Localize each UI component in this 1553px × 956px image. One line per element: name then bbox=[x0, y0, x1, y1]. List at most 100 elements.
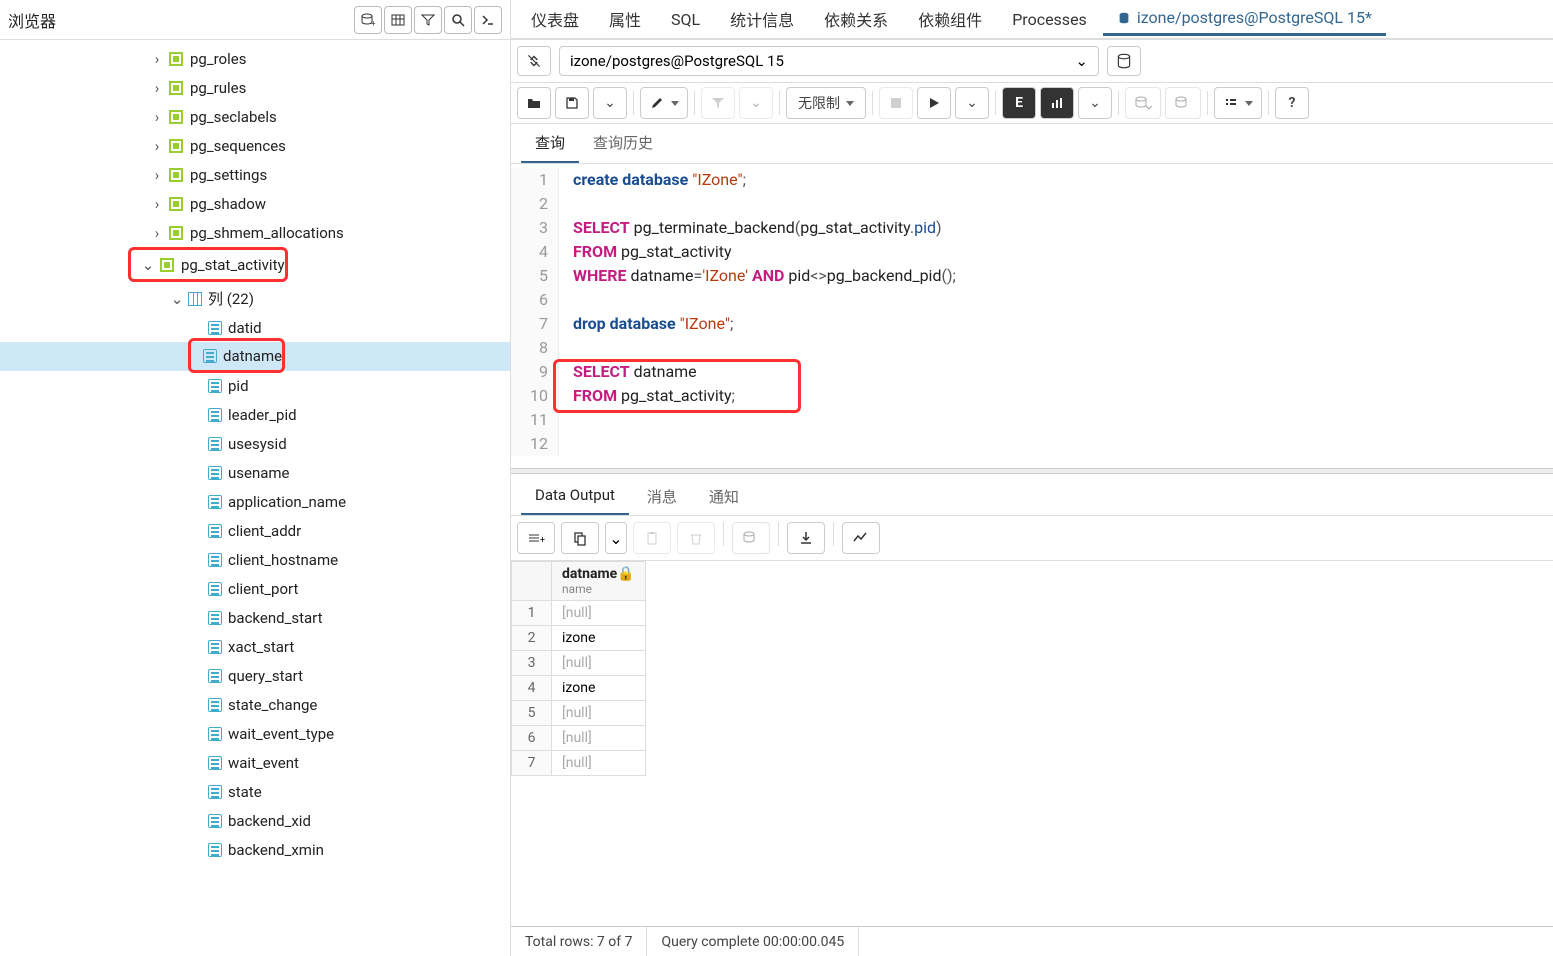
add-row-button[interactable]: + bbox=[517, 522, 555, 554]
tree-label: backend_xmin bbox=[228, 841, 324, 859]
filter-dropdown[interactable]: ⌄ bbox=[739, 87, 773, 119]
column-icon bbox=[208, 640, 222, 654]
tab-SQL[interactable]: SQL bbox=[657, 4, 714, 35]
download-button[interactable] bbox=[787, 522, 825, 554]
tab-messages[interactable]: 消息 bbox=[633, 478, 691, 515]
table-row[interactable]: 4izone bbox=[512, 676, 646, 701]
tree-column-query_start[interactable]: query_start bbox=[0, 661, 510, 690]
commit-button[interactable] bbox=[1125, 87, 1161, 119]
tree-column-usename[interactable]: usename bbox=[0, 458, 510, 487]
copy-button[interactable] bbox=[561, 522, 599, 554]
table-row[interactable]: 2izone bbox=[512, 626, 646, 651]
code-line-12[interactable] bbox=[573, 432, 956, 456]
tree-column-client_port[interactable]: client_port bbox=[0, 574, 510, 603]
tree-view-pg_sequences[interactable]: ›pg_sequences bbox=[0, 131, 510, 160]
tree-column-client_addr[interactable]: client_addr bbox=[0, 516, 510, 545]
terminal-icon[interactable] bbox=[474, 6, 502, 34]
tab-统计信息[interactable]: 统计信息 bbox=[716, 1, 808, 37]
tree-column-wait_event_type[interactable]: wait_event_type bbox=[0, 719, 510, 748]
code-line-6[interactable] bbox=[573, 288, 956, 312]
copy-dropdown[interactable]: ⌄ bbox=[605, 522, 627, 554]
tab-data-output[interactable]: Data Output bbox=[521, 478, 629, 515]
tree-view-pg_settings[interactable]: ›pg_settings bbox=[0, 160, 510, 189]
tree-view-pg_rules[interactable]: ›pg_rules bbox=[0, 73, 510, 102]
explain-button[interactable]: E bbox=[1002, 87, 1036, 119]
tree-view-pg_shadow[interactable]: ›pg_shadow bbox=[0, 189, 510, 218]
edit-button[interactable] bbox=[640, 87, 688, 119]
tree-column-backend_xid[interactable]: backend_xid bbox=[0, 806, 510, 835]
result-grid[interactable]: datname🔒 name 1[null]2izone3[null]4izone… bbox=[511, 561, 1553, 926]
code-line-8[interactable] bbox=[573, 336, 956, 360]
open-file-button[interactable] bbox=[517, 87, 551, 119]
tree-view-pg_seclabels[interactable]: ›pg_seclabels bbox=[0, 102, 510, 131]
chevron-icon: › bbox=[150, 52, 164, 66]
tree-column-client_hostname[interactable]: client_hostname bbox=[0, 545, 510, 574]
column-header[interactable]: datname🔒 name bbox=[552, 562, 646, 601]
run-button[interactable] bbox=[917, 87, 951, 119]
chart-button[interactable] bbox=[842, 522, 880, 554]
code-line-4[interactable]: FROM pg_stat_activity bbox=[573, 240, 956, 264]
tab-依赖关系[interactable]: 依赖关系 bbox=[810, 1, 902, 37]
table-row[interactable]: 5[null] bbox=[512, 701, 646, 726]
filter-button[interactable] bbox=[701, 87, 735, 119]
save-button[interactable] bbox=[555, 87, 589, 119]
table-row[interactable]: 1[null] bbox=[512, 601, 646, 626]
help-button[interactable]: ? bbox=[1275, 87, 1309, 119]
connection-select[interactable]: izone/postgres@PostgreSQL 15 ⌄ bbox=[559, 46, 1099, 76]
limit-select[interactable]: 无限制 bbox=[786, 87, 866, 119]
tab-active-query[interactable]: izone/postgres@PostgreSQL 15* bbox=[1103, 2, 1386, 36]
stop-button[interactable] bbox=[879, 87, 913, 119]
sql-editor[interactable]: 123456789101112 create database "IZone";… bbox=[511, 164, 1553, 468]
table-icon[interactable] bbox=[384, 6, 412, 34]
tree-view-pg_shmem_allocations[interactable]: ›pg_shmem_allocations bbox=[0, 218, 510, 247]
tree-view-pg_roles[interactable]: › pg_roles bbox=[0, 44, 510, 73]
macro-button[interactable] bbox=[1214, 87, 1262, 119]
code-line-3[interactable]: SELECT pg_terminate_backend(pg_stat_acti… bbox=[573, 216, 956, 240]
code-line-2[interactable] bbox=[573, 192, 956, 216]
tab-属性[interactable]: 属性 bbox=[595, 1, 655, 37]
tree-label: pg_roles bbox=[190, 50, 246, 68]
tab-Processes[interactable]: Processes bbox=[998, 4, 1101, 35]
tab-notify[interactable]: 通知 bbox=[695, 478, 753, 515]
code-line-1[interactable]: create database "IZone"; bbox=[573, 168, 956, 192]
table-row[interactable]: 3[null] bbox=[512, 651, 646, 676]
save-dropdown[interactable]: ⌄ bbox=[593, 87, 627, 119]
save-data-button[interactable] bbox=[732, 522, 770, 554]
code-line-5[interactable]: WHERE datname='IZone' AND pid<>pg_backen… bbox=[573, 264, 956, 288]
db-add-icon[interactable]: + bbox=[354, 6, 382, 34]
tab-仪表盘[interactable]: 仪表盘 bbox=[517, 1, 593, 37]
filter-icon[interactable] bbox=[414, 6, 442, 34]
tree-label: application_name bbox=[228, 493, 346, 511]
code-line-7[interactable]: drop database "IZone"; bbox=[573, 312, 956, 336]
table-row[interactable]: 7[null] bbox=[512, 751, 646, 776]
tree-column-leader_pid[interactable]: leader_pid bbox=[0, 400, 510, 429]
tab-query[interactable]: 查询 bbox=[521, 124, 579, 163]
tab-history[interactable]: 查询历史 bbox=[579, 124, 667, 163]
object-tree[interactable]: › pg_roles ›pg_rules›pg_seclabels›pg_seque… bbox=[0, 40, 510, 956]
table-row[interactable]: 6[null] bbox=[512, 726, 646, 751]
tree-column-usesysid[interactable]: usesysid bbox=[0, 429, 510, 458]
paste-button[interactable] bbox=[633, 522, 671, 554]
tree-column-wait_event[interactable]: wait_event bbox=[0, 748, 510, 777]
rollback-button[interactable] bbox=[1165, 87, 1201, 119]
run-dropdown[interactable]: ⌄ bbox=[955, 87, 989, 119]
analyze-button[interactable] bbox=[1040, 87, 1074, 119]
tree-column-datname[interactable]: datname bbox=[191, 341, 282, 370]
db-icon[interactable] bbox=[1107, 46, 1141, 76]
disconnect-icon[interactable] bbox=[517, 46, 551, 76]
tree-column-xact_start[interactable]: xact_start bbox=[0, 632, 510, 661]
delete-button[interactable] bbox=[677, 522, 715, 554]
analyze-dropdown[interactable]: ⌄ bbox=[1078, 87, 1112, 119]
tree-columns[interactable]: ⌄列 (22) bbox=[0, 284, 510, 313]
tree-column-backend_xmin[interactable]: backend_xmin bbox=[0, 835, 510, 864]
tree-column-state[interactable]: state bbox=[0, 777, 510, 806]
tree-column-backend_start[interactable]: backend_start bbox=[0, 603, 510, 632]
tree-column-application_name[interactable]: application_name bbox=[0, 487, 510, 516]
tab-依赖组件[interactable]: 依赖组件 bbox=[904, 1, 996, 37]
tree-column-pid[interactable]: pid bbox=[0, 371, 510, 400]
tree-view-pg_stat_activity[interactable]: ⌄pg_stat_activity bbox=[131, 250, 285, 279]
tree-column-state_change[interactable]: state_change bbox=[0, 690, 510, 719]
search-icon[interactable] bbox=[444, 6, 472, 34]
chevron-icon: › bbox=[150, 226, 164, 240]
column-icon bbox=[208, 698, 222, 712]
